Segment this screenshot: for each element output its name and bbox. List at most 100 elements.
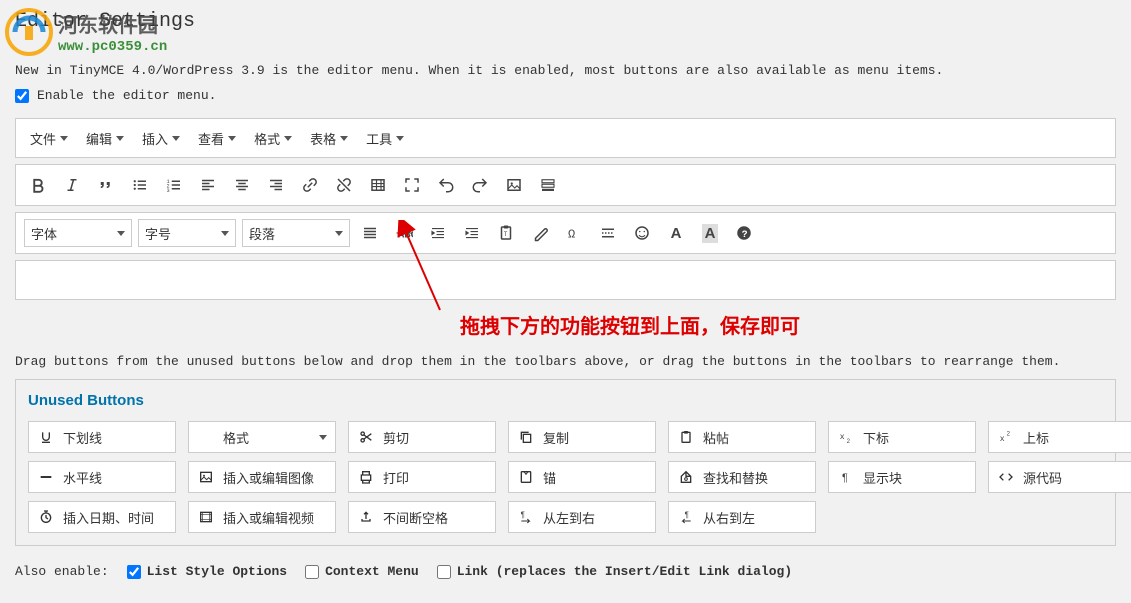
align-left-button[interactable] bbox=[194, 171, 222, 199]
menu-edit[interactable]: 编辑 bbox=[80, 127, 130, 150]
strikethrough-button[interactable]: ABC bbox=[390, 219, 418, 247]
unused-btn-label: 剪切 bbox=[383, 428, 409, 447]
unused-btn-label: 格式 bbox=[223, 428, 249, 447]
align-center-button[interactable] bbox=[228, 171, 256, 199]
paragraph-dropdown[interactable]: 段落 bbox=[242, 219, 350, 247]
also-enable-option[interactable]: List Style Options bbox=[127, 564, 287, 579]
anchor-icon bbox=[517, 468, 535, 486]
text-color-button[interactable]: A bbox=[662, 219, 690, 247]
outdent-button[interactable] bbox=[424, 219, 452, 247]
font-size-dropdown[interactable]: 字号 bbox=[138, 219, 236, 247]
fullscreen-button[interactable] bbox=[398, 171, 426, 199]
svg-text:x: x bbox=[840, 431, 845, 441]
menu-tools[interactable]: 工具 bbox=[360, 127, 410, 150]
ltr-icon: ¶ bbox=[517, 508, 535, 526]
unused-btn-label: 下标 bbox=[863, 428, 889, 447]
align-right-button[interactable] bbox=[262, 171, 290, 199]
emoticons-button[interactable] bbox=[628, 219, 656, 247]
context-menu-checkbox[interactable] bbox=[305, 565, 319, 579]
unused-btn-superscript[interactable]: x2上标 bbox=[988, 421, 1131, 453]
searchreplace-icon bbox=[677, 468, 695, 486]
watermark-title: 河东软件园 bbox=[58, 9, 167, 39]
menu-table[interactable]: 表格 bbox=[304, 127, 354, 150]
menu-file[interactable]: 文件 bbox=[24, 127, 74, 150]
unused-btn-nbsp[interactable]: 不间断空格 bbox=[348, 501, 496, 533]
paste-text-button[interactable]: T bbox=[492, 219, 520, 247]
also-enable-row: Also enable: List Style Options Context … bbox=[15, 564, 1116, 579]
link-dialog-checkbox[interactable] bbox=[437, 565, 451, 579]
chevron-down-icon bbox=[335, 231, 343, 236]
unused-btn-label: 插入或编辑视频 bbox=[223, 508, 314, 527]
back-color-button[interactable]: A bbox=[696, 219, 724, 247]
unused-btn-styleselect[interactable]: 格式 bbox=[188, 421, 336, 453]
watermark-url: www.pc0359.cn bbox=[58, 39, 167, 55]
svg-text:¶: ¶ bbox=[842, 472, 848, 484]
toolbar-row-3[interactable] bbox=[15, 260, 1116, 300]
indent-button[interactable] bbox=[458, 219, 486, 247]
bullet-list-button[interactable] bbox=[126, 171, 154, 199]
read-more-button[interactable] bbox=[594, 219, 622, 247]
unused-btn-anchor[interactable]: 锚 bbox=[508, 461, 656, 493]
unused-btn-visualblocks[interactable]: ¶ 显示块 bbox=[828, 461, 976, 493]
chevron-down-icon bbox=[117, 231, 125, 236]
unused-btn-label: 查找和替换 bbox=[703, 468, 768, 487]
unused-btn-label: 显示块 bbox=[863, 468, 902, 487]
image-button[interactable] bbox=[500, 171, 528, 199]
unused-btn-label: 下划线 bbox=[63, 428, 102, 447]
menu-format[interactable]: 格式 bbox=[248, 127, 298, 150]
align-justify-button[interactable] bbox=[356, 219, 384, 247]
unused-btn-hr[interactable]: 水平线 bbox=[28, 461, 176, 493]
chevron-down-icon bbox=[319, 435, 327, 440]
unused-btn-searchreplace[interactable]: 查找和替换 bbox=[668, 461, 816, 493]
remove-format-button[interactable] bbox=[526, 219, 554, 247]
blockquote-button[interactable] bbox=[92, 171, 120, 199]
svg-text:3: 3 bbox=[167, 188, 170, 194]
svg-text:2: 2 bbox=[847, 439, 851, 445]
table-button[interactable] bbox=[364, 171, 392, 199]
toolbar-row-1: 123 bbox=[15, 164, 1116, 206]
unused-btn-code[interactable]: 源代码 bbox=[988, 461, 1131, 493]
chevron-down-icon bbox=[396, 136, 404, 141]
unused-btn-image[interactable]: 插入或编辑图像 bbox=[188, 461, 336, 493]
chevron-down-icon bbox=[284, 136, 292, 141]
bold-button[interactable] bbox=[24, 171, 52, 199]
toolbar-toggle-button[interactable] bbox=[534, 171, 562, 199]
unused-btn-insertdatetime[interactable]: 插入日期、时间 bbox=[28, 501, 176, 533]
page-title: Editor Settings bbox=[15, 10, 1116, 33]
unused-btn-print[interactable]: 打印 bbox=[348, 461, 496, 493]
unused-btn-copy[interactable]: 复制 bbox=[508, 421, 656, 453]
unused-btn-ltr[interactable]: ¶从左到右 bbox=[508, 501, 656, 533]
underline-icon bbox=[37, 428, 55, 446]
unused-btn-paste[interactable]: 粘帖 bbox=[668, 421, 816, 453]
menu-insert[interactable]: 插入 bbox=[136, 127, 186, 150]
unused-btn-cut[interactable]: 剪切 bbox=[348, 421, 496, 453]
also-enable-option[interactable]: Link (replaces the Insert/Edit Link dial… bbox=[437, 564, 792, 579]
also-enable-option[interactable]: Context Menu bbox=[305, 564, 419, 579]
chevron-down-icon bbox=[172, 136, 180, 141]
unused-btn-subscript[interactable]: x2 下标 bbox=[828, 421, 976, 453]
help-button[interactable]: ? bbox=[730, 219, 758, 247]
undo-button[interactable] bbox=[432, 171, 460, 199]
unused-btn-media[interactable]: 插入或编辑视频 bbox=[188, 501, 336, 533]
list-style-checkbox[interactable] bbox=[127, 565, 141, 579]
unlink-button[interactable] bbox=[330, 171, 358, 199]
svg-text:2: 2 bbox=[1007, 432, 1011, 438]
redo-button[interactable] bbox=[466, 171, 494, 199]
font-family-dropdown[interactable]: 字体 bbox=[24, 219, 132, 247]
media-icon bbox=[197, 508, 215, 526]
enable-menu-checkbox[interactable] bbox=[15, 89, 29, 103]
menu-view[interactable]: 查看 bbox=[192, 127, 242, 150]
unused-btn-label: 源代码 bbox=[1023, 468, 1062, 487]
link-button[interactable] bbox=[296, 171, 324, 199]
insertdatetime-icon bbox=[37, 508, 55, 526]
charmap-button[interactable]: Ω bbox=[560, 219, 588, 247]
watermark-logo-icon bbox=[5, 8, 53, 56]
also-enable-label: Also enable: bbox=[15, 564, 109, 579]
unused-btn-label: 从右到左 bbox=[703, 508, 755, 527]
numbered-list-button[interactable]: 123 bbox=[160, 171, 188, 199]
italic-button[interactable] bbox=[58, 171, 86, 199]
toolbar-row-2: 字体 字号 段落 ABC T Ω A A ? bbox=[15, 212, 1116, 254]
unused-btn-underline[interactable]: 下划线 bbox=[28, 421, 176, 453]
print-icon bbox=[357, 468, 375, 486]
unused-btn-rtl[interactable]: ¶从右到左 bbox=[668, 501, 816, 533]
